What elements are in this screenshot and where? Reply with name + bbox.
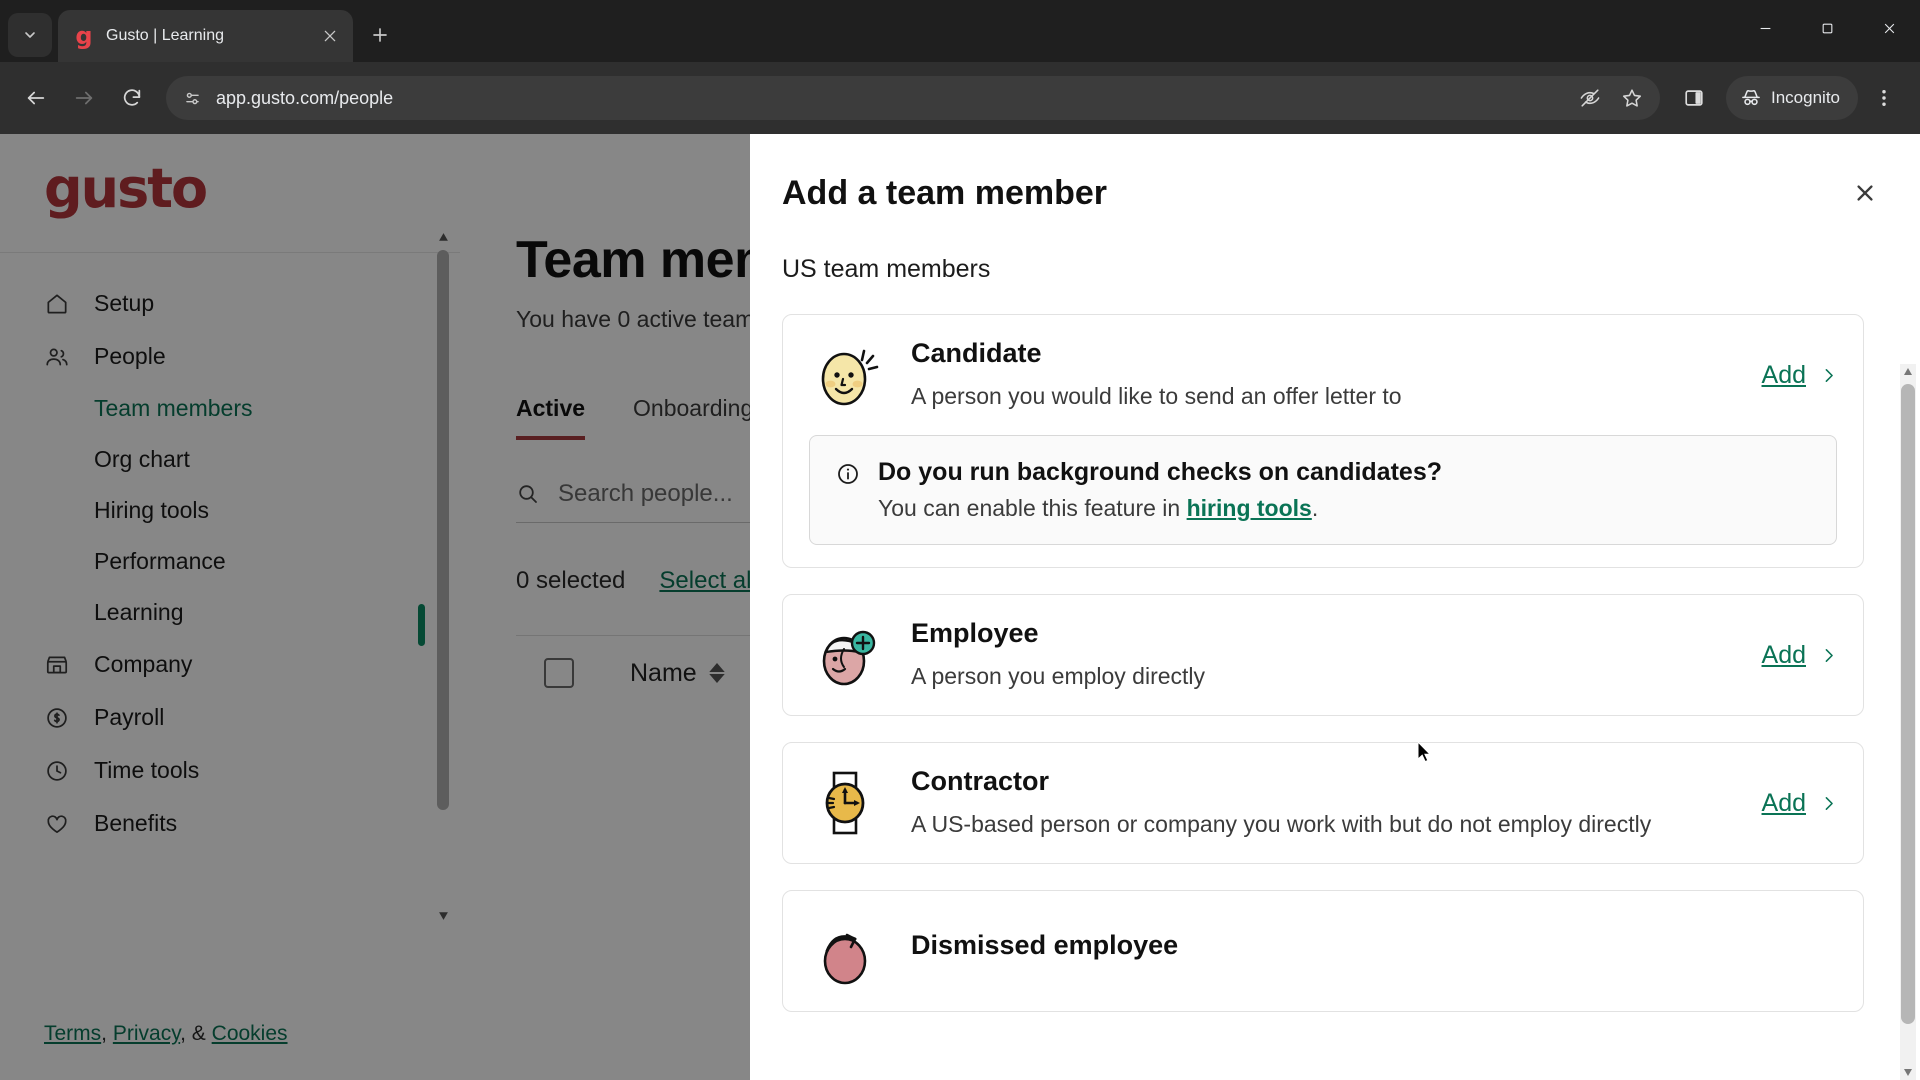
watch-icon (809, 765, 885, 841)
member-type-card-employee[interactable]: Employee A person you employ directly Ad… (782, 594, 1864, 716)
add-team-member-drawer: Add a team member US team members Candid… (750, 134, 1920, 1080)
back-arrow-icon[interactable] (14, 76, 58, 120)
card-description: A person you employ directly (911, 662, 1206, 689)
forward-arrow-icon[interactable] (62, 76, 106, 120)
reload-icon[interactable] (110, 76, 154, 120)
info-icon (836, 462, 862, 486)
eye-off-icon[interactable] (1572, 80, 1608, 116)
new-tab-button[interactable] (361, 16, 399, 54)
background-check-info-box: Do you run background checks on candidat… (809, 435, 1837, 545)
card-main-row: Dismissed employee (809, 913, 1837, 989)
chevron-right-icon (1820, 794, 1837, 813)
info-text-block: Do you run background checks on candidat… (878, 458, 1442, 522)
drawer-title: Add a team member (782, 174, 1107, 212)
drawer-body: Candidate A person you would like to sen… (750, 284, 1920, 1080)
address-bar[interactable]: app.gusto.com/people (166, 76, 1660, 120)
scroll-down-icon[interactable] (1900, 1064, 1916, 1080)
drawer-header: Add a team member (750, 134, 1920, 213)
member-type-card-dismissed-employee[interactable]: Dismissed employee (782, 890, 1864, 1012)
info-title: Do you run background checks on candidat… (878, 458, 1442, 486)
info-subtext: You can enable this feature in hiring to… (878, 495, 1442, 522)
star-icon[interactable] (1614, 80, 1650, 116)
smiling-face-icon (809, 337, 885, 413)
incognito-indicator[interactable]: Incognito (1726, 76, 1858, 120)
card-title: Dismissed employee (911, 929, 1179, 960)
card-title: Contractor (911, 765, 1050, 796)
card-title: Candidate (911, 337, 1042, 368)
chevron-right-icon (1820, 646, 1837, 665)
person-plus-icon (809, 617, 885, 693)
info-text-before: You can enable this feature in (878, 495, 1187, 521)
card-text: Candidate A person you would like to sen… (911, 338, 1718, 413)
incognito-label: Incognito (1771, 88, 1840, 107)
member-type-card-candidate[interactable]: Candidate A person you would like to sen… (782, 314, 1864, 568)
add-link-label: Add (1761, 360, 1806, 389)
card-text: Dismissed employee (911, 930, 1837, 973)
url-text: app.gusto.com/people (216, 87, 394, 108)
add-link-label: Add (1761, 640, 1806, 669)
drawer-scrollbar[interactable] (1900, 364, 1916, 1080)
tab-search-icon[interactable] (8, 13, 52, 57)
tab-strip: g Gusto | Learning (0, 0, 1920, 62)
add-link-label: Add (1761, 788, 1806, 817)
tab-close-icon[interactable] (317, 23, 343, 49)
chevron-right-icon (1820, 366, 1837, 385)
scrollbar-thumb[interactable] (1901, 384, 1915, 1024)
card-title: Employee (911, 617, 1039, 648)
omnibox-actions (1572, 80, 1650, 116)
side-panel-icon[interactable] (1672, 76, 1716, 120)
tab-title: Gusto | Learning (106, 27, 225, 44)
close-icon[interactable] (1848, 176, 1882, 210)
card-main-row: Contractor A US-based person or company … (809, 765, 1837, 841)
page-viewport: gusto Setup People Team members Org char… (0, 134, 1920, 1080)
add-candidate-button[interactable]: Add (1744, 361, 1837, 390)
card-main-row: Employee A person you employ directly Ad… (809, 617, 1837, 693)
info-text-after: . (1311, 495, 1319, 521)
browser-chrome: g Gusto | Learning app.gusto.com/people … (0, 0, 1920, 134)
scroll-up-icon[interactable] (1900, 364, 1916, 380)
dismissed-icon (809, 913, 885, 989)
gusto-favicon-icon: g (75, 22, 93, 50)
browser-tab[interactable]: g Gusto | Learning (58, 10, 353, 62)
card-description: A person you would like to send an offer… (911, 382, 1402, 409)
add-employee-button[interactable]: Add (1744, 641, 1837, 670)
add-contractor-button[interactable]: Add (1744, 789, 1837, 818)
minimize-icon[interactable] (1734, 0, 1796, 56)
window-controls (1734, 0, 1920, 56)
card-description: A US-based person or company you work wi… (911, 810, 1652, 837)
browser-toolbar: app.gusto.com/people Incognito (0, 62, 1920, 134)
hiring-tools-link[interactable]: hiring tools (1187, 495, 1312, 521)
card-main-row: Candidate A person you would like to sen… (809, 337, 1837, 413)
card-text: Employee A person you employ directly (911, 618, 1718, 693)
three-dot-menu-icon[interactable] (1862, 76, 1906, 120)
incognito-icon (1740, 87, 1762, 109)
drawer-section-title: US team members (782, 255, 991, 283)
site-settings-icon[interactable] (180, 86, 204, 110)
member-type-card-contractor[interactable]: Contractor A US-based person or company … (782, 742, 1864, 864)
window-close-icon[interactable] (1858, 0, 1920, 56)
card-text: Contractor A US-based person or company … (911, 766, 1718, 841)
maximize-icon[interactable] (1796, 0, 1858, 56)
